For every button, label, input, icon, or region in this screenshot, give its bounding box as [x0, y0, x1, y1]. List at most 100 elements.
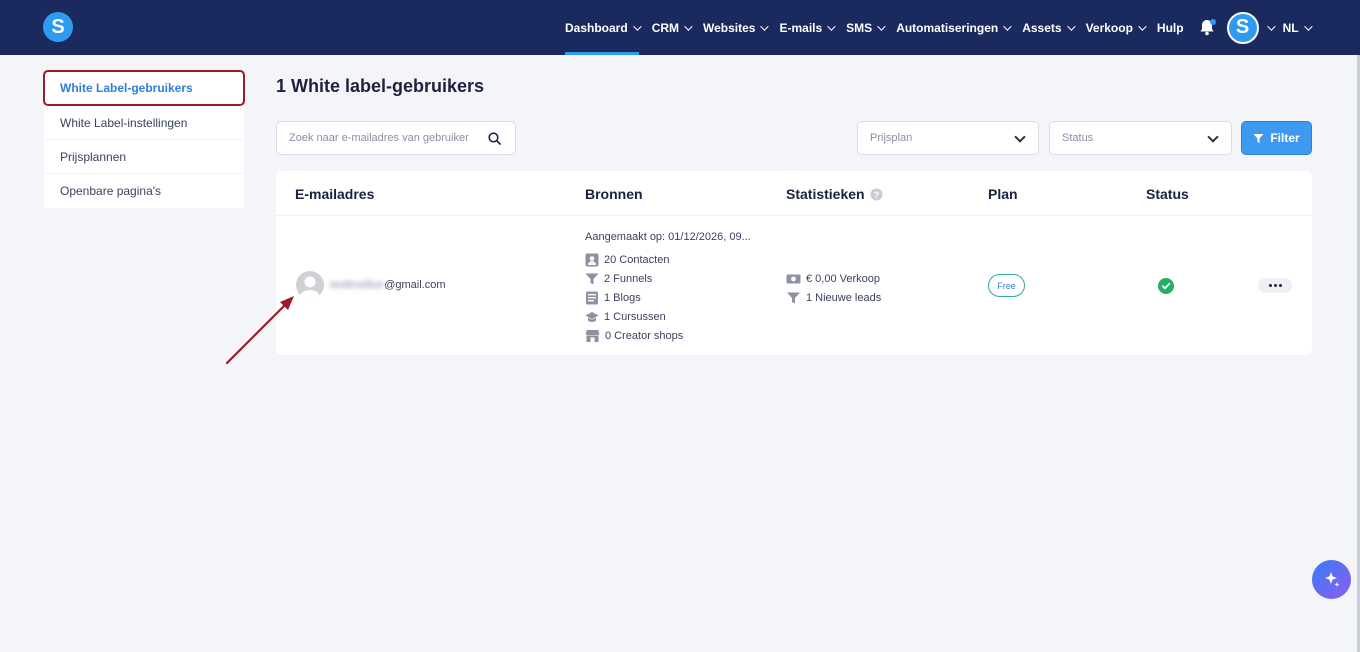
- main-nav: Dashboard CRM Websites E-mails SMS Autom…: [565, 0, 1323, 55]
- nav-label: Dashboard: [565, 20, 628, 35]
- language-label: NL: [1282, 20, 1299, 35]
- email-redacted: testlinetbot: [330, 279, 384, 291]
- column-header-sources[interactable]: Bronnen: [585, 186, 643, 202]
- list-item: 1 Blogs: [585, 288, 751, 307]
- list-item: 2 Funnels: [585, 269, 751, 288]
- user-email[interactable]: testlinetbot @gmail.com: [330, 279, 446, 291]
- contact-icon: [585, 253, 599, 266]
- sources-courses: 1 Cursussen: [604, 310, 666, 323]
- avatar: S: [1226, 11, 1259, 44]
- sources-creator-shops: 0 Creator shops: [605, 329, 684, 342]
- sidebar-item-public-pages[interactable]: Openbare pagina's: [44, 174, 244, 208]
- status-select[interactable]: Status: [1049, 121, 1232, 155]
- search-box: [276, 121, 516, 155]
- nav-label: Automatiseringen: [896, 20, 999, 35]
- sidebar-item-white-label-settings[interactable]: White Label-instellingen: [44, 106, 244, 140]
- chevron-down-icon: [1014, 131, 1026, 143]
- chevron-down-icon: [1266, 21, 1276, 31]
- status-select-label: Status: [1062, 132, 1094, 144]
- nav-label: Hulp: [1156, 20, 1184, 35]
- info-icon[interactable]: ?: [870, 188, 883, 201]
- column-header-stats-label: Statistieken: [786, 186, 865, 202]
- dot-icon: [1278, 284, 1282, 287]
- list-item: 1 Nieuwe leads: [786, 288, 881, 307]
- column-header-email[interactable]: E-mailadres: [295, 186, 374, 202]
- nav-crm[interactable]: CRM: [651, 0, 693, 55]
- column-header-status[interactable]: Status: [1146, 186, 1189, 202]
- sources-funnels: 2 Funnels: [604, 272, 653, 285]
- column-header-stats[interactable]: Statistieken ?: [786, 186, 883, 202]
- nav-dashboard[interactable]: Dashboard: [565, 0, 642, 55]
- funnel-icon: [585, 273, 599, 284]
- users-table: E-mailadres Bronnen Statistieken ? Plan …: [276, 171, 1312, 355]
- created-date: Aangemaakt op: 01/12/2026, 09...: [585, 231, 751, 243]
- sidebar-item-white-label-users[interactable]: White Label-gebruikers: [43, 70, 245, 106]
- filter-button[interactable]: Filter: [1241, 121, 1312, 155]
- annotation-arrow: [225, 296, 294, 365]
- filter-label: Filter: [1270, 131, 1300, 145]
- nav-sales[interactable]: Verkoop: [1085, 0, 1147, 55]
- chevron-down-icon: [1138, 21, 1147, 31]
- shop-icon: [585, 329, 600, 342]
- list-item: 1 Cursussen: [585, 307, 751, 326]
- plan-badge: Free: [988, 274, 1025, 297]
- plan-select-label: Prijsplan: [870, 132, 913, 144]
- language-selector[interactable]: NL: [1282, 0, 1313, 55]
- check-circle-icon: [1158, 278, 1174, 294]
- list-item: € 0,00 Verkoop: [786, 269, 881, 288]
- stats-new-leads: 1 Nieuwe leads: [806, 291, 882, 304]
- nav-label: Websites: [703, 20, 756, 35]
- plan-select[interactable]: Prijsplan: [857, 121, 1039, 155]
- sources-contacts: 20 Contacten: [604, 253, 670, 266]
- search-icon[interactable]: [488, 132, 501, 145]
- dot-icon: [1268, 284, 1272, 287]
- chevron-down-icon: [684, 21, 693, 31]
- chevron-down-icon: [877, 21, 886, 31]
- bell-icon[interactable]: [1197, 18, 1217, 38]
- sidebar-item-pricing-plans[interactable]: Prijsplannen: [44, 140, 244, 174]
- nav-help[interactable]: Hulp: [1157, 0, 1184, 55]
- chevron-down-icon: [1207, 131, 1219, 143]
- column-header-plan[interactable]: Plan: [988, 186, 1018, 202]
- nav-emails[interactable]: E-mails: [779, 0, 836, 55]
- list-item: 20 Contacten: [585, 250, 751, 269]
- sidebar: White Label-gebruikers White Label-inste…: [43, 70, 245, 208]
- nav-label: SMS: [846, 20, 873, 35]
- logo[interactable]: S: [43, 12, 73, 42]
- sources-blogs: 1 Blogs: [604, 291, 641, 304]
- money-icon: [786, 274, 801, 283]
- nav-automations[interactable]: Automatiseringen: [896, 0, 1012, 55]
- graduation-cap-icon: [585, 311, 599, 322]
- nav-label: E-mails: [779, 20, 823, 35]
- svg-text:?: ?: [873, 190, 879, 200]
- nav-assets[interactable]: Assets: [1022, 0, 1076, 55]
- chevron-down-icon: [632, 21, 642, 31]
- top-navbar: S Dashboard CRM Websites E-mails SMS Aut…: [0, 0, 1360, 55]
- sparkle-icon: [1324, 571, 1339, 587]
- nav-label: Verkoop: [1085, 20, 1133, 35]
- filter-icon: [1253, 133, 1264, 143]
- nav-websites[interactable]: Websites: [703, 0, 770, 55]
- chevron-down-icon: [760, 21, 770, 31]
- stats-sales: € 0,00 Verkoop: [806, 272, 881, 285]
- dot-icon: [1273, 284, 1277, 287]
- nav-label: Assets: [1022, 20, 1062, 35]
- list-item: 0 Creator shops: [585, 326, 751, 345]
- sources-list: Aangemaakt op: 01/12/2026, 09... 20 Cont…: [585, 231, 751, 345]
- funnel-icon: [787, 292, 800, 303]
- ai-assistant-button[interactable]: [1312, 560, 1351, 599]
- chevron-down-icon: [1066, 21, 1076, 31]
- user-menu[interactable]: S: [1226, 11, 1276, 44]
- blog-icon: [586, 291, 598, 304]
- page-title: 1 White label-gebruikers: [276, 76, 485, 96]
- nav-sms[interactable]: SMS: [846, 0, 886, 55]
- chevron-down-icon: [1303, 21, 1313, 31]
- notification-dot: [1209, 18, 1216, 25]
- stats-list: € 0,00 Verkoop 1 Nieuwe leads: [786, 269, 881, 307]
- nav-label: CRM: [651, 20, 680, 35]
- chevron-down-icon: [827, 21, 836, 31]
- search-input[interactable]: [289, 132, 479, 144]
- header-divider: [276, 215, 1312, 216]
- email-domain: @gmail.com: [384, 279, 446, 291]
- more-actions-button[interactable]: [1258, 278, 1292, 293]
